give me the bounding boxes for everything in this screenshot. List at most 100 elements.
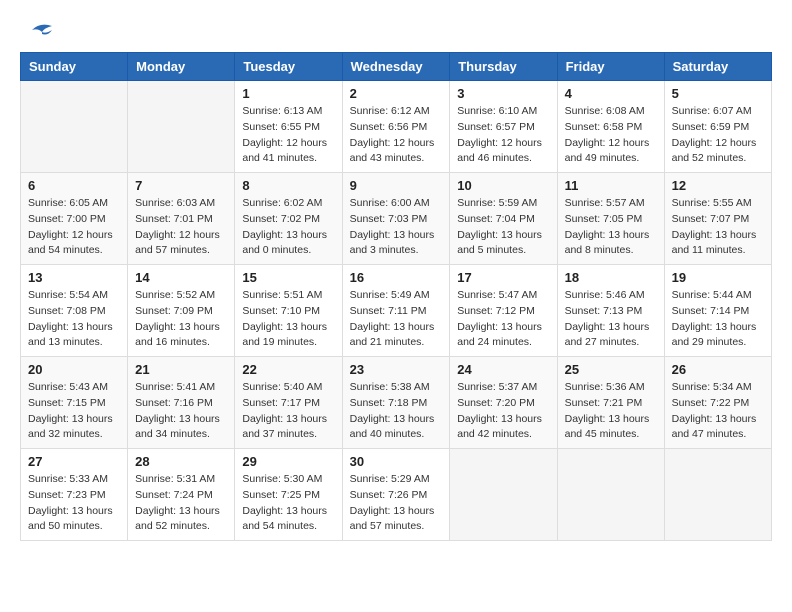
day-info: Sunrise: 5:43 AM Sunset: 7:15 PM Dayligh…: [28, 380, 120, 443]
calendar-cell: 27 Sunrise: 5:33 AM Sunset: 7:23 PM Dayli…: [21, 449, 128, 541]
day-number: 29: [242, 454, 334, 469]
calendar-cell: 18Sunrise: 5:46 AM Sunset: 7:13 PM Dayli…: [557, 265, 664, 357]
day-info: Sunrise: 5:51 AM Sunset: 7:10 PM Dayligh…: [242, 288, 334, 351]
day-info: Sunrise: 6:08 AM Sunset: 6:58 PM Dayligh…: [565, 104, 657, 167]
day-info: Sunrise: 5:52 AM Sunset: 7:09 PM Dayligh…: [135, 288, 227, 351]
page-header: [20, 20, 772, 36]
weekday-header-thursday: Thursday: [450, 53, 557, 81]
calendar-cell: 13Sunrise: 5:54 AM Sunset: 7:08 PM Dayli…: [21, 265, 128, 357]
day-info: Sunrise: 5:34 AM Sunset: 7:22 PM Dayligh…: [672, 380, 764, 443]
calendar-cell: [664, 449, 771, 541]
calendar-cell: [557, 449, 664, 541]
calendar-cell: 14 Sunrise: 5:52 AM Sunset: 7:09 PM Dayli…: [128, 265, 235, 357]
calendar-cell: 4 Sunrise: 6:08 AM Sunset: 6:58 PM Daylig…: [557, 81, 664, 173]
day-number: 10: [457, 178, 549, 193]
weekday-header-row: SundayMondayTuesdayWednesdayThursdayFrid…: [21, 53, 772, 81]
day-info: Sunrise: 5:38 AM Sunset: 7:18 PM Dayligh…: [350, 380, 443, 443]
day-info: Sunrise: 5:57 AM Sunset: 7:05 PM Dayligh…: [565, 196, 657, 259]
calendar-cell: 30 Sunrise: 5:29 AM Sunset: 7:26 PM Dayli…: [342, 449, 450, 541]
calendar-cell: 8Sunrise: 6:02 AM Sunset: 7:02 PM Daylig…: [235, 173, 342, 265]
logo: [20, 20, 56, 36]
day-number: 24: [457, 362, 549, 377]
calendar-cell: [128, 81, 235, 173]
day-number: 2: [350, 86, 443, 101]
day-info: Sunrise: 5:31 AM Sunset: 7:24 PM Dayligh…: [135, 472, 227, 535]
day-number: 12: [672, 178, 764, 193]
calendar-week-1: 1Sunrise: 6:13 AM Sunset: 6:55 PM Daylig…: [21, 81, 772, 173]
calendar-cell: 16 Sunrise: 5:49 AM Sunset: 7:11 PM Dayli…: [342, 265, 450, 357]
calendar-table: SundayMondayTuesdayWednesdayThursdayFrid…: [20, 52, 772, 541]
day-number: 1: [242, 86, 334, 101]
day-info: Sunrise: 6:03 AM Sunset: 7:01 PM Dayligh…: [135, 196, 227, 259]
day-info: Sunrise: 5:33 AM Sunset: 7:23 PM Dayligh…: [28, 472, 120, 535]
day-number: 4: [565, 86, 657, 101]
day-number: 26: [672, 362, 764, 377]
day-number: 25: [565, 362, 657, 377]
logo-bird-icon: [24, 20, 56, 40]
calendar-cell: 6 Sunrise: 6:05 AM Sunset: 7:00 PM Daylig…: [21, 173, 128, 265]
day-info: Sunrise: 5:37 AM Sunset: 7:20 PM Dayligh…: [457, 380, 549, 443]
weekday-header-monday: Monday: [128, 53, 235, 81]
day-number: 27: [28, 454, 120, 469]
day-number: 21: [135, 362, 227, 377]
weekday-header-friday: Friday: [557, 53, 664, 81]
calendar-week-3: 13Sunrise: 5:54 AM Sunset: 7:08 PM Dayli…: [21, 265, 772, 357]
calendar-cell: 26 Sunrise: 5:34 AM Sunset: 7:22 PM Dayli…: [664, 357, 771, 449]
calendar-cell: [450, 449, 557, 541]
calendar-cell: 2 Sunrise: 6:12 AM Sunset: 6:56 PM Daylig…: [342, 81, 450, 173]
calendar-cell: 29 Sunrise: 5:30 AM Sunset: 7:25 PM Dayli…: [235, 449, 342, 541]
weekday-header-wednesday: Wednesday: [342, 53, 450, 81]
day-info: Sunrise: 6:10 AM Sunset: 6:57 PM Dayligh…: [457, 104, 549, 167]
day-info: Sunrise: 5:36 AM Sunset: 7:21 PM Dayligh…: [565, 380, 657, 443]
calendar-cell: 1Sunrise: 6:13 AM Sunset: 6:55 PM Daylig…: [235, 81, 342, 173]
weekday-header-saturday: Saturday: [664, 53, 771, 81]
day-info: Sunrise: 6:12 AM Sunset: 6:56 PM Dayligh…: [350, 104, 443, 167]
calendar-cell: 5Sunrise: 6:07 AM Sunset: 6:59 PM Daylig…: [664, 81, 771, 173]
day-info: Sunrise: 5:46 AM Sunset: 7:13 PM Dayligh…: [565, 288, 657, 351]
day-info: Sunrise: 5:55 AM Sunset: 7:07 PM Dayligh…: [672, 196, 764, 259]
day-number: 15: [242, 270, 334, 285]
day-info: Sunrise: 5:47 AM Sunset: 7:12 PM Dayligh…: [457, 288, 549, 351]
calendar-cell: 24 Sunrise: 5:37 AM Sunset: 7:20 PM Dayli…: [450, 357, 557, 449]
day-info: Sunrise: 5:44 AM Sunset: 7:14 PM Dayligh…: [672, 288, 764, 351]
calendar-cell: 17 Sunrise: 5:47 AM Sunset: 7:12 PM Dayli…: [450, 265, 557, 357]
calendar-cell: 23 Sunrise: 5:38 AM Sunset: 7:18 PM Dayli…: [342, 357, 450, 449]
calendar-cell: [21, 81, 128, 173]
day-number: 23: [350, 362, 443, 377]
day-info: Sunrise: 6:05 AM Sunset: 7:00 PM Dayligh…: [28, 196, 120, 259]
calendar-week-5: 27 Sunrise: 5:33 AM Sunset: 7:23 PM Dayli…: [21, 449, 772, 541]
day-info: Sunrise: 5:59 AM Sunset: 7:04 PM Dayligh…: [457, 196, 549, 259]
calendar-cell: 22Sunrise: 5:40 AM Sunset: 7:17 PM Dayli…: [235, 357, 342, 449]
day-number: 6: [28, 178, 120, 193]
day-number: 17: [457, 270, 549, 285]
calendar-cell: 19 Sunrise: 5:44 AM Sunset: 7:14 PM Dayli…: [664, 265, 771, 357]
day-number: 19: [672, 270, 764, 285]
calendar-cell: 12 Sunrise: 5:55 AM Sunset: 7:07 PM Dayli…: [664, 173, 771, 265]
calendar-cell: 28 Sunrise: 5:31 AM Sunset: 7:24 PM Dayli…: [128, 449, 235, 541]
calendar-cell: 21 Sunrise: 5:41 AM Sunset: 7:16 PM Dayli…: [128, 357, 235, 449]
day-info: Sunrise: 6:00 AM Sunset: 7:03 PM Dayligh…: [350, 196, 443, 259]
day-info: Sunrise: 6:02 AM Sunset: 7:02 PM Dayligh…: [242, 196, 334, 259]
day-number: 9: [350, 178, 443, 193]
calendar-week-4: 20Sunrise: 5:43 AM Sunset: 7:15 PM Dayli…: [21, 357, 772, 449]
day-info: Sunrise: 5:41 AM Sunset: 7:16 PM Dayligh…: [135, 380, 227, 443]
calendar-cell: 7 Sunrise: 6:03 AM Sunset: 7:01 PM Daylig…: [128, 173, 235, 265]
day-number: 14: [135, 270, 227, 285]
calendar-cell: 11 Sunrise: 5:57 AM Sunset: 7:05 PM Dayli…: [557, 173, 664, 265]
calendar-cell: 25 Sunrise: 5:36 AM Sunset: 7:21 PM Dayli…: [557, 357, 664, 449]
day-number: 30: [350, 454, 443, 469]
day-number: 22: [242, 362, 334, 377]
day-number: 28: [135, 454, 227, 469]
day-info: Sunrise: 5:29 AM Sunset: 7:26 PM Dayligh…: [350, 472, 443, 535]
day-info: Sunrise: 5:49 AM Sunset: 7:11 PM Dayligh…: [350, 288, 443, 351]
day-info: Sunrise: 5:54 AM Sunset: 7:08 PM Dayligh…: [28, 288, 120, 351]
day-number: 11: [565, 178, 657, 193]
day-number: 7: [135, 178, 227, 193]
calendar-week-2: 6 Sunrise: 6:05 AM Sunset: 7:00 PM Daylig…: [21, 173, 772, 265]
day-number: 3: [457, 86, 549, 101]
calendar-cell: 9 Sunrise: 6:00 AM Sunset: 7:03 PM Daylig…: [342, 173, 450, 265]
day-info: Sunrise: 5:30 AM Sunset: 7:25 PM Dayligh…: [242, 472, 334, 535]
day-number: 16: [350, 270, 443, 285]
day-number: 5: [672, 86, 764, 101]
calendar-cell: 10 Sunrise: 5:59 AM Sunset: 7:04 PM Dayli…: [450, 173, 557, 265]
